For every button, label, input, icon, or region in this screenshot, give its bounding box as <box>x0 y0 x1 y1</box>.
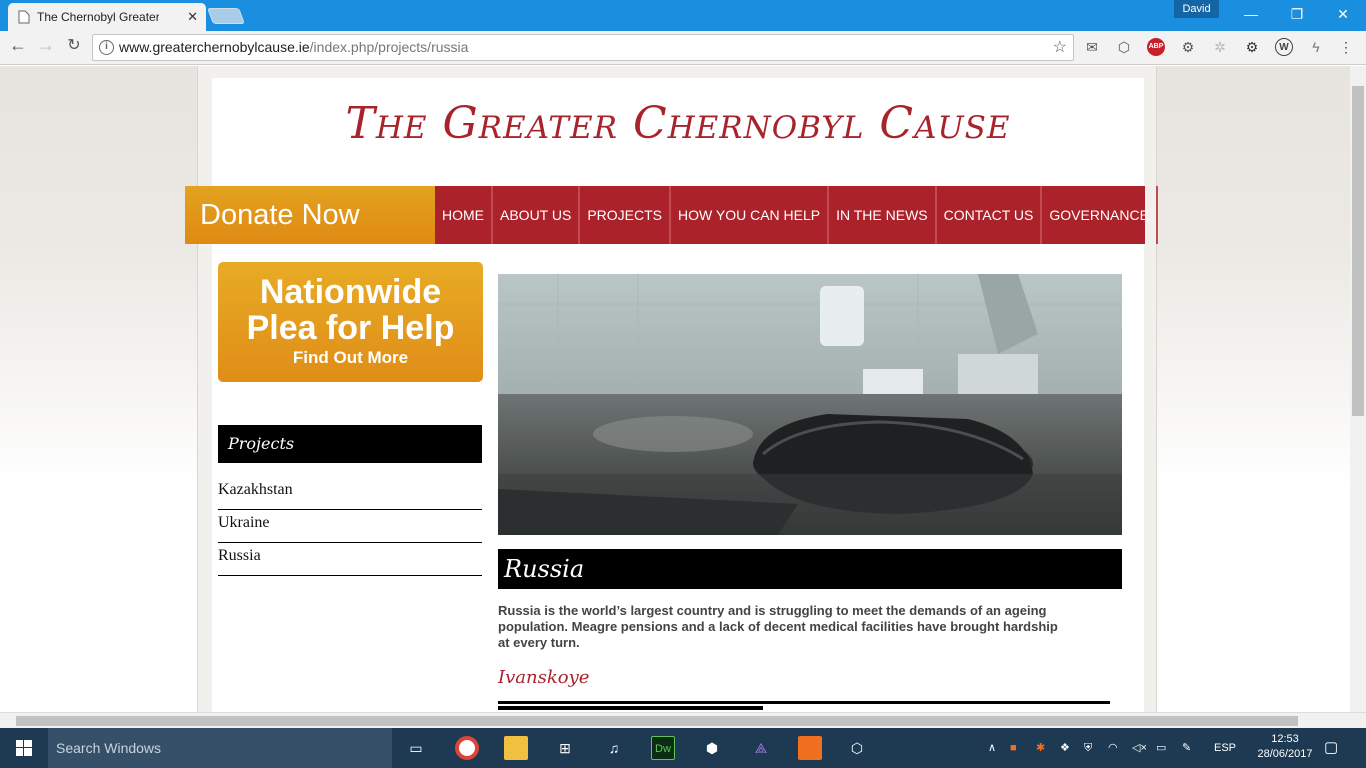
tray-chevron-icon[interactable]: ∧ <box>988 728 996 768</box>
clock-date: 28/06/2017 <box>1257 748 1313 760</box>
gear-extension-icon[interactable]: ⚙ <box>1243 38 1261 56</box>
sidebar-item-russia[interactable]: Russia <box>218 543 482 576</box>
vertical-scroll-thumb[interactable] <box>1352 86 1364 416</box>
tray-avast-icon[interactable]: ✱ <box>1036 728 1045 768</box>
browser-toolbar: ← → ↻ i www.greaterchernobylcause.ie/ind… <box>0 31 1366 65</box>
sidebar-project-list: Kazakhstan Ukraine Russia <box>218 477 482 576</box>
action-center-icon[interactable]: ▢ <box>1324 728 1338 768</box>
plea-line-2: Plea for Help <box>246 309 455 347</box>
vertical-scrollbar[interactable] <box>1350 66 1366 712</box>
menu-icon[interactable]: ⋮ <box>1337 38 1355 56</box>
horizontal-scroll-thumb[interactable] <box>16 716 1298 726</box>
divider <box>498 701 1110 704</box>
file-explorer-icon[interactable] <box>504 736 528 760</box>
taskbar-clock[interactable]: 12:53 28/06/2017 <box>1254 732 1316 762</box>
address-bar[interactable]: i www.greaterchernobylcause.ie/index.php… <box>92 34 1074 61</box>
tray-dropbox-icon[interactable]: ❖ <box>1060 728 1070 768</box>
close-window-button[interactable]: ✕ <box>1320 2 1366 28</box>
virtualbox-icon[interactable]: ⬡ <box>845 736 869 760</box>
xampp-icon[interactable] <box>798 736 822 760</box>
cube-app-icon[interactable]: ⬢ <box>700 736 724 760</box>
tray-shield-icon[interactable]: ⛨ <box>1084 728 1092 768</box>
restore-button[interactable]: ❐ <box>1274 2 1320 28</box>
browser-titlebar: The Chernobyl Greater C ✕ David — ❐ ✕ <box>0 0 1366 31</box>
tray-wifi-icon[interactable]: ◠ <box>1108 728 1118 768</box>
browser-tab[interactable]: The Chernobyl Greater C ✕ <box>8 3 206 31</box>
divider-short <box>498 706 763 710</box>
w-extension-icon[interactable]: W <box>1275 38 1293 56</box>
itunes-icon[interactable]: ♫ <box>602 736 626 760</box>
menu-item-projects[interactable]: PROJECTS <box>580 186 671 244</box>
close-tab-icon[interactable]: ✕ <box>187 9 198 25</box>
hero-photo <box>498 274 1122 535</box>
menu-item-in-the-news[interactable]: IN THE NEWS <box>829 186 937 244</box>
menu-item-governance[interactable]: GOVERNANCE <box>1042 186 1158 244</box>
intro-paragraph: Russia is the world’s largest country an… <box>498 603 1058 650</box>
page-title: Russia <box>498 549 1122 589</box>
task-view-icon[interactable]: ▭ <box>404 736 428 760</box>
forward-icon[interactable]: → <box>34 35 58 56</box>
bolt-extension-icon[interactable]: ϟ <box>1307 38 1325 56</box>
notification-extension-icon[interactable]: ⚙ <box>1179 38 1197 56</box>
cube-extension-icon[interactable]: ⬡ <box>1115 38 1133 56</box>
minimize-button[interactable]: — <box>1228 2 1274 28</box>
start-button[interactable] <box>0 728 48 768</box>
main-menu: HOME ABOUT US PROJECTS HOW YOU CAN HELP … <box>435 186 1158 244</box>
mail-extension-icon[interactable]: ✉ <box>1083 38 1101 56</box>
ivanskoye-heading: Ivanskoye <box>498 667 590 688</box>
page-viewport: The Greater Chernobyl Cause Donate Now H… <box>0 66 1350 712</box>
visual-studio-icon[interactable]: ⟁ <box>749 736 773 760</box>
menu-item-about-us[interactable]: ABOUT US <box>493 186 581 244</box>
back-icon[interactable]: ← <box>6 35 30 56</box>
site-title[interactable]: The Greater Chernobyl Cause <box>212 98 1144 149</box>
site-header: The Greater Chernobyl Cause <box>212 78 1144 188</box>
menu-item-home[interactable]: HOME <box>435 186 493 244</box>
nationwide-plea-banner[interactable]: Nationwide Plea for Help Find Out More <box>218 262 483 382</box>
store-icon[interactable]: ⊞ <box>553 736 577 760</box>
plea-line-1: Nationwide <box>259 273 442 311</box>
dreamweaver-icon[interactable]: Dw <box>651 736 675 760</box>
bookmark-star-icon[interactable]: ☆ <box>1053 35 1067 60</box>
taskbar-search-box[interactable]: Search Windows <box>48 728 392 768</box>
new-tab-button[interactable] <box>207 8 245 24</box>
url-host: www.greaterchernobylcause.ie <box>119 39 310 55</box>
main-content: Nationwide Plea for Help Find Out More P… <box>212 244 1144 712</box>
page-icon <box>18 10 30 24</box>
menu-item-contact-us[interactable]: CONTACT US <box>937 186 1043 244</box>
clock-time: 12:53 <box>1271 733 1299 745</box>
tray-volume-icon[interactable]: ◁× <box>1132 728 1147 768</box>
reload-icon[interactable]: ↻ <box>62 35 86 55</box>
tray-xampp-icon[interactable]: ■ <box>1010 728 1017 768</box>
adblock-plus-icon[interactable]: ABP <box>1147 38 1165 56</box>
menu-item-how-you-can-help[interactable]: HOW YOU CAN HELP <box>671 186 830 244</box>
chrome-icon[interactable] <box>455 736 479 760</box>
tab-title: The Chernobyl Greater C <box>37 10 159 24</box>
info-icon[interactable]: i <box>99 40 114 55</box>
language-indicator[interactable]: ESP <box>1214 728 1236 768</box>
windows-taskbar: Search Windows ▭ ⊞ ♫ Dw ⬢ ⟁ ⬡ ∧ ■ ✱ ❖ ⛨ … <box>0 728 1366 768</box>
horizontal-scrollbar[interactable] <box>0 712 1366 728</box>
donate-now-button[interactable]: Donate Now <box>185 186 435 244</box>
settings-extension-icon[interactable]: ✲ <box>1211 38 1229 56</box>
sidebar-projects-heading: Projects <box>218 425 482 463</box>
url-path: /index.php/projects/russia <box>309 39 469 55</box>
sidebar-item-ukraine[interactable]: Ukraine <box>218 510 482 543</box>
find-out-more-link[interactable]: Find Out More <box>218 348 483 368</box>
windows-logo-icon <box>16 740 32 756</box>
tray-pen-icon[interactable]: ✎ <box>1182 728 1191 768</box>
profile-button[interactable]: David <box>1174 0 1219 18</box>
sidebar-item-kazakhstan[interactable]: Kazakhstan <box>218 477 482 510</box>
tray-battery-icon[interactable]: ▭ <box>1156 728 1166 768</box>
